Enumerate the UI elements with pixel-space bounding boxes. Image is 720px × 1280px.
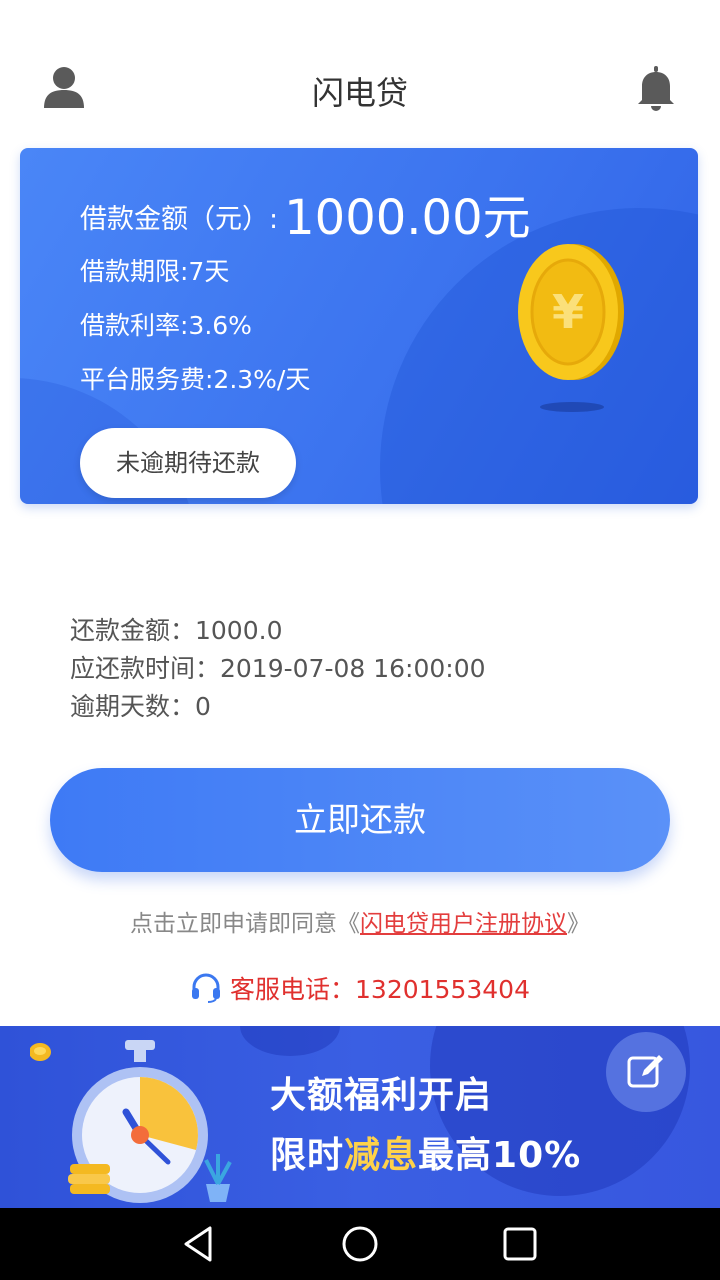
bell-icon[interactable] <box>632 64 680 112</box>
banner-line1: 大额福利开启 <box>270 1075 493 1116</box>
loan-amount-value: 1000.00元 <box>284 190 531 246</box>
service-fee: 平台服务费:2.3%/天 <box>80 365 311 394</box>
overdue-days: 逾期天数：0 <box>70 692 211 721</box>
page-title: 闪电贷 <box>311 74 408 112</box>
stopwatch-icon <box>29 1040 240 1205</box>
app-header: 闪电贷 <box>0 50 720 130</box>
repay-now-button[interactable]: 立即还款 <box>50 768 670 872</box>
loan-amount: 借款金额（元）: 1000.00元 <box>80 178 531 248</box>
agreement-suffix: 》 <box>567 911 590 937</box>
coin-shadow <box>540 402 604 412</box>
headset-icon <box>190 973 222 1003</box>
repay-due-time: 应还款时间：2019-07-08 16:00:00 <box>70 654 486 683</box>
service-phone: 客服电话：13201553404 <box>230 975 530 1004</box>
status-button[interactable]: 未逾期待还款 <box>80 428 296 498</box>
customer-service[interactable]: 客服电话：13201553404 <box>0 970 720 1006</box>
back-icon[interactable] <box>180 1224 220 1264</box>
recent-apps-icon[interactable] <box>500 1224 540 1264</box>
coin-symbol: ¥ <box>552 285 584 339</box>
agreement-text: 点击立即申请即同意《闪电贷用户注册协议》 <box>0 904 720 938</box>
loan-card: 借款金额（元）: 1000.00元 借款期限:7天 借款利率:3.6% 平台服务费… <box>20 148 698 504</box>
repay-amount: 还款金额：1000.0 <box>70 616 283 645</box>
coin-icon: ¥ <box>516 242 628 382</box>
home-icon[interactable] <box>340 1224 380 1264</box>
banner-line2-suffix: 最高10% <box>418 1135 582 1176</box>
banner-line2-prefix: 限时 <box>270 1135 345 1176</box>
agreement-link[interactable]: 闪电贷用户注册协议 <box>360 911 567 937</box>
repayment-info: 还款金额：1000.0 应还款时间：2019-07-08 16:00:00 逾期… <box>70 612 486 726</box>
system-nav-bar <box>0 1208 720 1280</box>
loan-term: 借款期限:7天 <box>80 257 230 286</box>
banner-line2-highlight: 减息 <box>344 1135 419 1176</box>
banner-line2: 限时减息最高10% <box>270 1126 581 1178</box>
banner-decoration <box>240 1026 340 1056</box>
loan-amount-label: 借款金额（元）: <box>80 204 279 235</box>
agreement-prefix: 点击立即申请即同意《 <box>130 911 360 937</box>
moon-icon <box>652 1072 700 1116</box>
loan-rate: 借款利率:3.6% <box>80 311 252 340</box>
